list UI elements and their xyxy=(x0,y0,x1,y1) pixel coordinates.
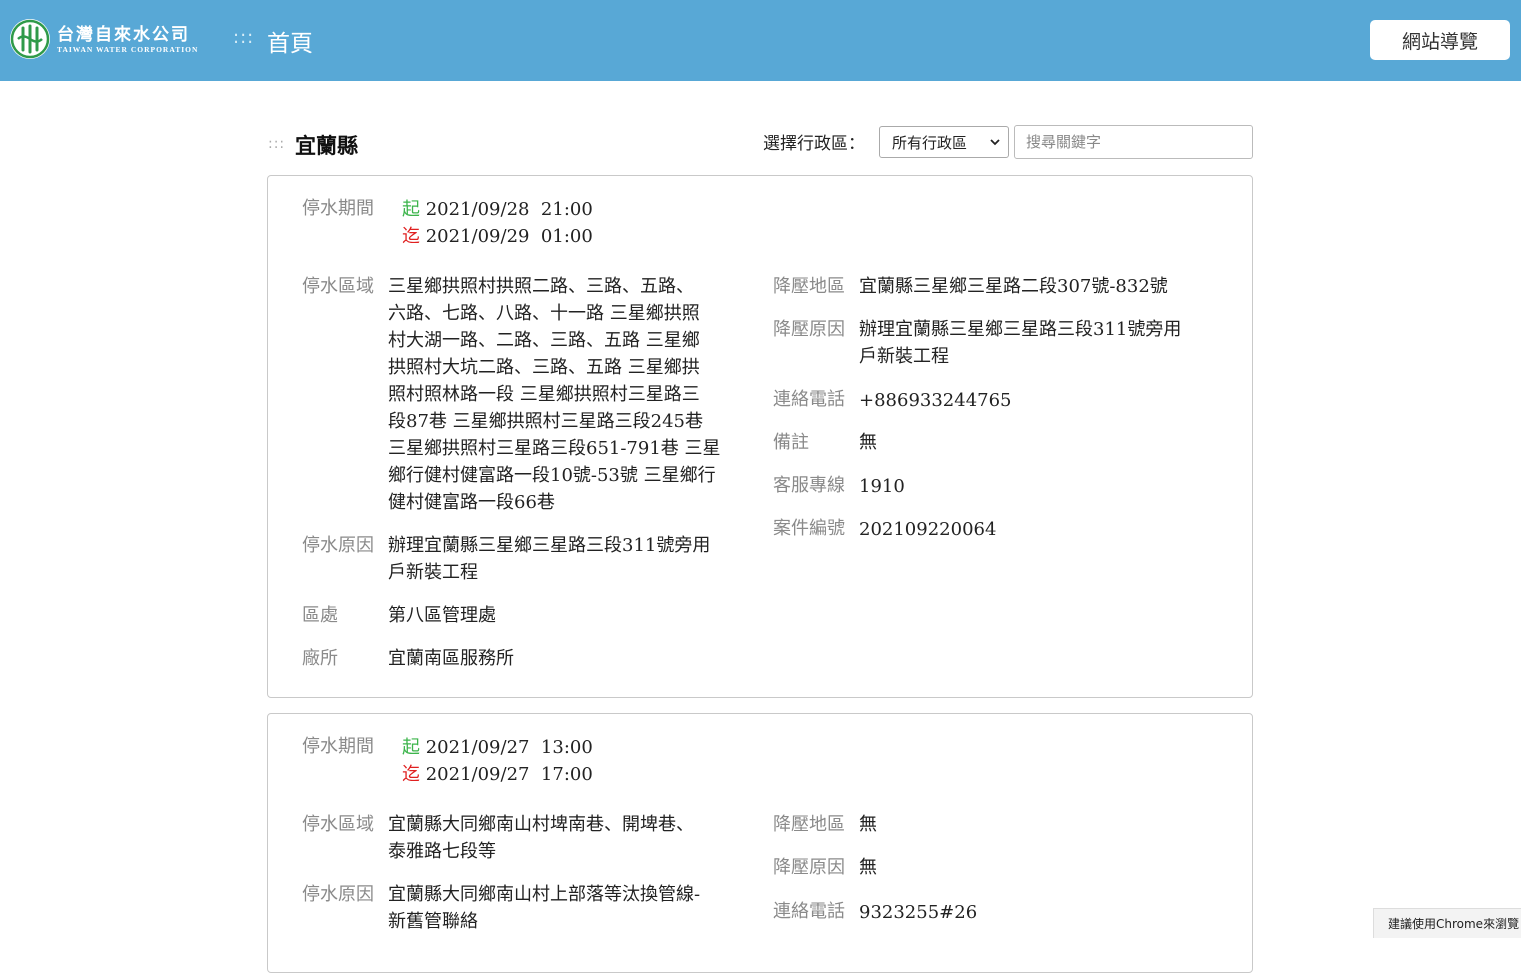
phone-label: 連絡電話 xyxy=(773,389,845,410)
reason-label: 停水原因 xyxy=(302,535,374,556)
district-selected-value: 所有行政區 xyxy=(892,133,968,152)
top-bar: 台灣自來水公司 TAIWAN WATER CORPORATION ::: 首頁 … xyxy=(0,0,1521,81)
area-line: 段87巷 三星鄉拱照村三星路三段245巷 xyxy=(388,411,703,432)
area-line: 三星鄉拱照村拱照二路、三路、五路、 xyxy=(388,276,694,297)
end-time: 2021/09/27 17:00 xyxy=(425,764,593,785)
case-no-value: 202109220064 xyxy=(859,519,997,540)
pressure-reason-label: 降壓原因 xyxy=(773,857,845,878)
period-end: 迄 2021/09/27 17:00 xyxy=(402,761,593,788)
area-line: 鄉行健村健富路一段10號-53號 三星鄉行 xyxy=(388,465,716,486)
remark-value: 無 xyxy=(859,432,877,453)
reason-line: 辦理宜蘭縣三星鄉三星路三段311號旁用 xyxy=(388,535,711,556)
branch-value: 第八區管理處 xyxy=(388,605,496,626)
area-line: 宜蘭縣大同鄉南山村埤南巷、開埤巷、 xyxy=(388,814,694,835)
end-time: 2021/09/29 01:00 xyxy=(425,226,593,247)
area-line: 拱照村大坑二路、三路、五路 三星鄉拱 xyxy=(388,357,700,378)
browser-recommendation-note: 建議使用Chrome來瀏覽 xyxy=(1373,908,1521,938)
area-line: 照村照林路一段 三星鄉拱照村三星路三 xyxy=(388,384,700,405)
pressure-reason-line: 辦理宜蘭縣三星鄉三星路三段311號旁用 xyxy=(859,319,1182,340)
district-select[interactable]: 所有行政區 xyxy=(879,126,1009,158)
outage-notice-card: 停水期間 起 2021/09/28 21:00 迄 2021/09/29 01:… xyxy=(267,175,1253,698)
pressure-reason-label: 降壓原因 xyxy=(773,319,845,340)
start-time: 2021/09/28 21:00 xyxy=(425,199,593,220)
district-label: 選擇行政區： xyxy=(763,134,865,154)
pressure-area-label: 降壓地區 xyxy=(773,276,845,297)
logo-text-chinese[interactable]: 台灣自來水公司 xyxy=(57,20,190,45)
area-line: 六路、七路、八路、十一路 三星鄉拱照 xyxy=(388,303,700,324)
search-input[interactable] xyxy=(1014,125,1253,159)
logo-text-english[interactable]: TAIWAN WATER CORPORATION xyxy=(57,45,198,54)
reason-line: 宜蘭縣大同鄉南山村上部落等汰換管線- xyxy=(388,884,701,905)
reason-line: 新舊管聯絡 xyxy=(388,911,478,932)
office-value: 宜蘭南區服務所 xyxy=(388,648,514,669)
branch-label: 區處 xyxy=(302,605,338,626)
start-marker: 起 xyxy=(402,737,420,758)
chevron-down-icon xyxy=(990,139,1000,146)
period-label: 停水期間 xyxy=(302,736,374,757)
area-label: 停水區域 xyxy=(302,276,374,297)
page-title: 宜蘭縣 xyxy=(295,134,358,158)
period-label: 停水期間 xyxy=(302,198,374,219)
area-value: 宜蘭縣大同鄉南山村埤南巷、開埤巷、 泰雅路七段等 xyxy=(388,811,748,865)
reason-label: 停水原因 xyxy=(302,884,374,905)
phone-value: +886933244765 xyxy=(859,390,1012,411)
outage-notice-card: 停水期間 起 2021/09/27 13:00 迄 2021/09/27 17:… xyxy=(267,713,1253,973)
reason-line: 戶新裝工程 xyxy=(388,562,478,583)
end-marker: 迄 xyxy=(402,226,420,247)
period-start: 起 2021/09/28 21:00 xyxy=(402,196,593,223)
reason-value: 辦理宜蘭縣三星鄉三星路三段311號旁用 戶新裝工程 xyxy=(388,532,748,586)
section-dots: ::: xyxy=(268,136,286,152)
pressure-reason-value: 辦理宜蘭縣三星鄉三星路三段311號旁用 戶新裝工程 xyxy=(859,316,1229,370)
case-no-label: 案件編號 xyxy=(773,518,845,539)
area-line: 村大湖一路、二路、三路、五路 三星鄉 xyxy=(388,330,700,351)
pressure-area-value: 無 xyxy=(859,814,877,835)
breadcrumb-home-link[interactable]: 首頁 xyxy=(267,24,313,58)
area-line: 泰雅路七段等 xyxy=(388,841,496,862)
remark-label: 備註 xyxy=(773,432,809,453)
end-marker: 迄 xyxy=(402,764,420,785)
area-line: 三星鄉拱照村三星路三段651-791巷 三星 xyxy=(388,438,721,459)
period-start: 起 2021/09/27 13:00 xyxy=(402,734,593,761)
area-value: 三星鄉拱照村拱照二路、三路、五路、 六路、七路、八路、十一路 三星鄉拱照 村大湖… xyxy=(388,273,744,516)
pressure-area-value: 宜蘭縣三星鄉三星路二段307號-832號 xyxy=(859,276,1168,297)
area-line: 健村健富路一段66巷 xyxy=(388,492,555,513)
hotline-label: 客服專線 xyxy=(773,475,845,496)
sitemap-button[interactable]: 網站導覽 xyxy=(1370,20,1510,60)
pressure-reason-line: 戶新裝工程 xyxy=(859,346,949,367)
company-logo-icon[interactable] xyxy=(10,19,50,59)
area-label: 停水區域 xyxy=(302,814,374,835)
period-end: 迄 2021/09/29 01:00 xyxy=(402,223,593,250)
office-label: 廠所 xyxy=(302,648,338,669)
phone-value: 9323255#26 xyxy=(859,902,978,923)
breadcrumb-dots: ::: xyxy=(233,27,255,48)
pressure-reason-value: 無 xyxy=(859,857,877,878)
hotline-value: 1910 xyxy=(859,476,905,497)
reason-value: 宜蘭縣大同鄉南山村上部落等汰換管線- 新舊管聯絡 xyxy=(388,881,748,935)
phone-label: 連絡電話 xyxy=(773,901,845,922)
pressure-area-label: 降壓地區 xyxy=(773,814,845,835)
start-time: 2021/09/27 13:00 xyxy=(425,737,593,758)
start-marker: 起 xyxy=(402,199,420,220)
